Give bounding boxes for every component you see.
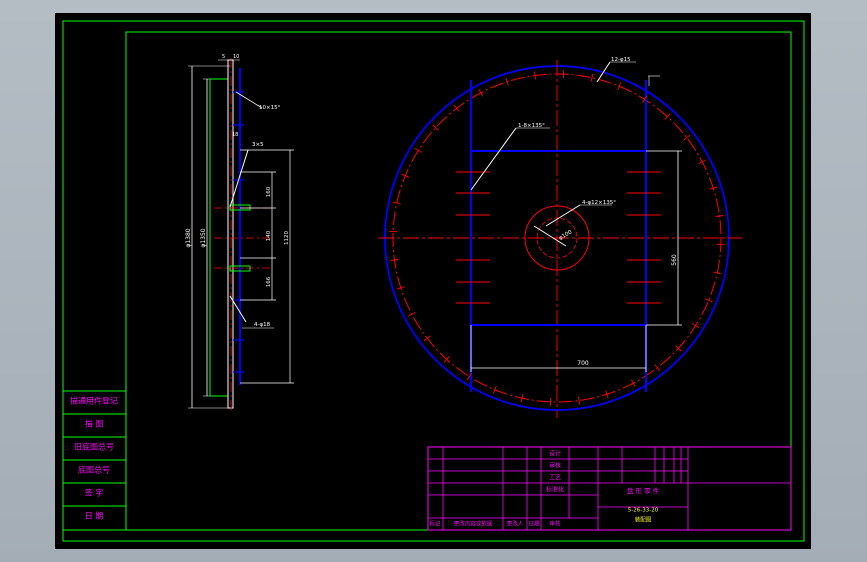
tag-register: 描通用件登记 — [70, 396, 118, 406]
tb-date: 日期 — [528, 521, 540, 528]
tag-old-drawing-no: 旧底图总号 — [74, 442, 114, 452]
top-gap-label: 10 — [233, 54, 239, 60]
tb-process: 工艺 — [549, 474, 561, 482]
tag-tracing: 描 图 — [85, 419, 104, 429]
tb-mark: 标记 — [429, 520, 441, 528]
tag-date: 日 期 — [85, 512, 104, 521]
seg-a-label: 160 — [266, 186, 272, 197]
tb-drawing-code: 5-26-33-20 — [628, 508, 659, 514]
cross-callout: 1-8×135° — [518, 123, 545, 129]
tb-standard: 标准化 — [546, 486, 564, 494]
cad-drawing-canvas: 描通用件登记 描 图 旧底图总号 底图总号 签 字 日 期 φ1380 φ135… — [55, 13, 811, 549]
tb-changer: 更改人 — [507, 520, 524, 528]
tb-change-content: 更改内容或依据 — [454, 520, 493, 528]
tag-drawing-no: 底图总号 — [78, 465, 110, 475]
frame-width-label: 700 — [577, 360, 589, 367]
top-right-callout: 10×15° — [259, 105, 281, 111]
hub-callout: 4-φ12×135° — [582, 200, 616, 206]
inner-diameter-label: φ1350 — [200, 228, 207, 247]
top-offset-label: 5 — [222, 54, 225, 60]
rim-callout: 12-φ15 — [611, 57, 631, 63]
tb-design: 设计 — [549, 450, 561, 458]
tb-checker: 审核 — [549, 520, 561, 528]
tb-drawing-title: 盘 形 零 件 — [627, 486, 660, 495]
tb-drawing-name: 装配图 — [635, 516, 652, 524]
fillet-callout: 3×5 — [252, 142, 264, 148]
outer-diameter-label: φ1380 — [185, 228, 192, 247]
seg-c-label: 166 — [266, 276, 272, 287]
drawing-sheet — [55, 13, 811, 549]
thickness-label: 18 — [232, 132, 238, 138]
tb-review: 审核 — [549, 462, 561, 470]
tag-signature: 签 字 — [85, 488, 104, 498]
seg-b-label: 140 — [266, 230, 272, 241]
hole-callout: 4-φ18 — [254, 322, 271, 328]
frame-height-label: 560 — [671, 254, 678, 266]
height-total-label: 1120 — [284, 231, 290, 245]
